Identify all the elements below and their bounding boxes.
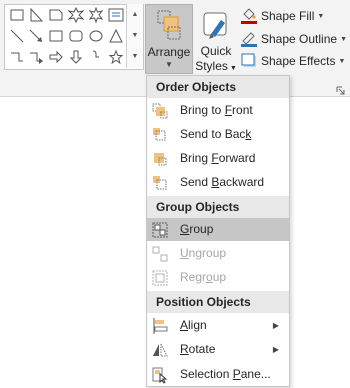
group-objects-header: Group Objects xyxy=(147,196,289,218)
rounded-rectangle-shape-icon[interactable] xyxy=(66,27,86,45)
arrange-label: Arrange xyxy=(147,45,191,59)
send-to-back-item[interactable]: Send to Back xyxy=(147,123,289,146)
group-icon xyxy=(152,222,168,238)
rectangle-shape-icon-2[interactable] xyxy=(46,27,66,45)
align-icon xyxy=(153,318,168,334)
quick-styles-label-2: Styles ▼ xyxy=(195,59,237,73)
right-triangle-shape-icon[interactable] xyxy=(26,6,46,24)
shape-effects-button[interactable]: Shape Effects ▼ xyxy=(240,51,348,71)
gallery-scroll-up-icon[interactable]: ▲ xyxy=(127,4,143,25)
triangle-shape-icon[interactable] xyxy=(106,27,126,45)
bring-to-front-label: Bring to Front xyxy=(180,103,253,117)
rectangle-shape-icon[interactable] xyxy=(7,6,27,24)
submenu-arrow-icon: ▶ xyxy=(272,345,279,354)
shape-outline-button[interactable]: Shape Outline ▼ xyxy=(240,29,348,49)
regroup-icon xyxy=(152,270,168,286)
shape-effects-icon xyxy=(240,52,258,70)
ungroup-item[interactable]: Ungroup xyxy=(147,242,289,265)
submenu-arrow-icon: ▶ xyxy=(272,321,279,330)
bring-to-front-icon xyxy=(152,103,168,119)
explosion-shape-icon[interactable] xyxy=(66,6,86,24)
elbow-arrow-connector-shape-icon[interactable] xyxy=(26,48,46,66)
send-to-back-icon xyxy=(153,128,166,141)
bring-forward-item[interactable]: Bring Forward xyxy=(147,147,289,170)
send-backward-item[interactable]: Send Backward xyxy=(147,171,289,194)
gallery-scrollbar[interactable]: ▲ ▼ ▼ xyxy=(126,4,143,68)
paint-bucket-icon xyxy=(240,7,258,25)
arrow-shape-icon[interactable] xyxy=(26,27,46,45)
shape-fill-label: Shape Fill xyxy=(261,9,315,23)
send-backward-label: Send Backward xyxy=(180,175,265,189)
dialog-launcher-icon[interactable] xyxy=(336,84,345,95)
chevron-down-icon: ▼ xyxy=(165,60,173,69)
star-shape-icon[interactable] xyxy=(106,48,126,66)
shape-fill-button[interactable]: Shape Fill ▼ xyxy=(240,6,348,26)
position-objects-header: Position Objects xyxy=(147,291,289,313)
chevron-down-icon: ▼ xyxy=(338,57,346,65)
elbow-connector-shape-icon[interactable] xyxy=(7,48,27,66)
shapes-gallery[interactable] xyxy=(4,4,144,70)
chevron-down-icon: ▼ xyxy=(340,35,347,43)
rotate-label: Rotate xyxy=(180,342,216,356)
quick-styles-button[interactable]: Quick Styles ▼ xyxy=(195,4,237,74)
star-burst-shape-icon[interactable] xyxy=(86,6,106,24)
shape-effects-label: Shape Effects xyxy=(261,54,336,68)
order-objects-header: Order Objects xyxy=(147,76,289,98)
snip-rectangle-shape-icon[interactable] xyxy=(46,6,66,24)
align-label: Align xyxy=(180,318,207,332)
arrange-icon xyxy=(157,10,181,40)
rotate-icon xyxy=(153,343,168,357)
quick-styles-icon xyxy=(203,12,227,39)
gallery-scroll-down-icon[interactable]: ▼ xyxy=(127,25,143,46)
align-item[interactable]: Align ▶ xyxy=(147,314,289,337)
bring-to-front-item[interactable]: Bring to Front xyxy=(147,99,289,122)
selection-pane-label: Selection Pane... xyxy=(180,367,271,381)
regroup-label: Regroup xyxy=(180,270,227,284)
rotate-item[interactable]: Rotate ▶ xyxy=(147,338,289,361)
line-shape-icon[interactable] xyxy=(7,27,27,45)
arrow-down-shape-icon[interactable] xyxy=(66,48,86,66)
shape-outline-label: Shape Outline xyxy=(261,32,338,46)
arrow-right-shape-icon[interactable] xyxy=(46,48,66,66)
group-item[interactable]: Group xyxy=(147,218,289,241)
arrange-button[interactable]: Arrange ▼ xyxy=(145,4,193,74)
ungroup-label: Ungroup xyxy=(180,246,227,260)
gallery-more-icon[interactable]: ▼ xyxy=(127,46,143,67)
selection-pane-icon xyxy=(152,367,168,384)
ungroup-icon xyxy=(152,246,168,262)
bring-forward-label: Bring Forward xyxy=(180,151,256,165)
oval-shape-icon[interactable] xyxy=(86,27,106,45)
pen-outline-icon xyxy=(240,30,258,48)
selection-pane-item[interactable]: Selection Pane... xyxy=(147,363,289,386)
quick-styles-label-1: Quick xyxy=(200,44,232,58)
regroup-item[interactable]: Regroup xyxy=(147,266,289,289)
chevron-down-icon: ▼ xyxy=(317,12,325,20)
group-label: Group xyxy=(180,222,214,236)
text-box-shape-icon[interactable] xyxy=(106,6,126,24)
bring-forward-icon xyxy=(154,153,167,166)
send-backward-icon xyxy=(153,176,167,190)
send-to-back-label: Send to Back xyxy=(180,127,252,141)
arrange-menu: Order Objects Bring to Front Send to Bac… xyxy=(146,75,290,387)
curly-brace-shape-icon[interactable] xyxy=(86,48,106,66)
